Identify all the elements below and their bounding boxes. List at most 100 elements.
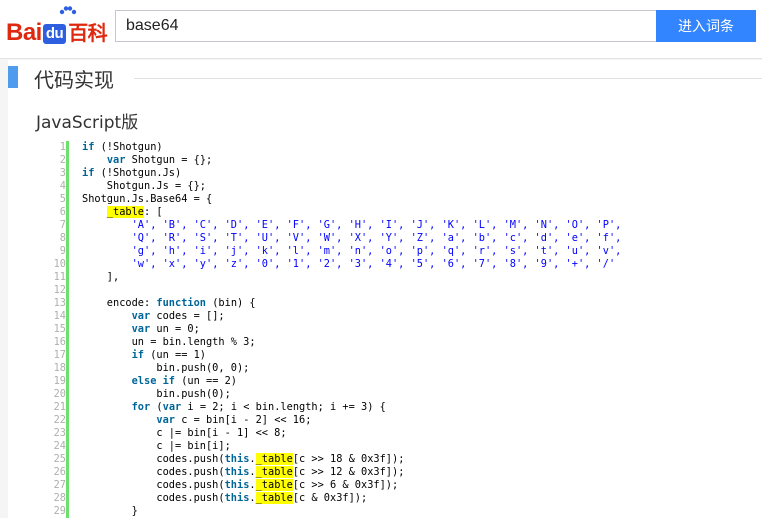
code-text: [c >> 12 & 0x3f]); [292, 466, 405, 478]
code-text: . [249, 492, 256, 504]
code-line: bin.push(0, 0); [82, 362, 621, 375]
code-text: c = bin[i - 2] << 16; [175, 414, 312, 426]
code-text: encode: [82, 297, 157, 309]
line-number: 24 [53, 440, 66, 452]
logo-du: du [42, 24, 67, 44]
section-accent-bar [8, 66, 18, 88]
code-text: codes = []; [150, 310, 225, 322]
line-number: 3 [59, 167, 66, 179]
code-line: encode: function (bin) { [82, 297, 621, 310]
section-title: 代码实现 [34, 68, 114, 92]
code-line: codes.push(this._table[c >> 18 & 0x3f]); [82, 453, 621, 466]
code-text: ], [82, 271, 120, 283]
code-text: c |= bin[i - 1] << 8; [82, 427, 287, 439]
code-keyword: if [131, 349, 145, 361]
code-line: Shotgun.Js = {}; [82, 180, 621, 193]
search-input[interactable] [116, 11, 656, 41]
code-highlight: _table [255, 466, 293, 478]
article-content: 代码实现 JavaScript版 1 2 3 4 5 6 7 8 9 10 11 12 13 14 15 16… [8, 60, 762, 518]
code-text: i = 2; i < bin.length; i += 3) { [181, 401, 386, 413]
code-text: . [249, 479, 256, 491]
enter-entry-button[interactable]: 进入词条 [656, 10, 756, 42]
subsection-title: JavaScript版 [36, 113, 139, 133]
code-line: un = bin.length % 3; [82, 336, 621, 349]
code-text: . [249, 466, 256, 478]
code-line: codes.push(this._table[c >> 12 & 0x3f]); [82, 466, 621, 479]
line-number: 25 [53, 453, 66, 465]
code-block: 1 2 3 4 5 6 7 8 9 10 11 12 13 14 15 16 17 18 19 20 21 22 23 24 2… [44, 141, 762, 518]
line-number: 10 [53, 258, 66, 270]
code-keyword: var [162, 401, 182, 413]
line-number: 26 [53, 466, 66, 478]
code-string: 'Q', 'R', 'S', 'T', 'U', 'V', 'W', 'X', … [131, 232, 622, 244]
code-keyword: var [131, 310, 151, 322]
code-highlight: _table [255, 453, 293, 465]
line-number: 21 [53, 401, 66, 413]
code-keyword: var [156, 414, 176, 426]
line-number: 8 [59, 232, 66, 244]
code-keyword: this [224, 479, 250, 491]
logo-bai: Bai [6, 19, 42, 46]
line-number: 22 [53, 414, 66, 426]
code-lines: if (!Shotgun) var Shotgun = {}; if (!Shot… [82, 141, 621, 518]
code-line: var un = 0; [82, 323, 621, 336]
code-highlight: _table [255, 492, 293, 504]
line-number: 7 [59, 219, 66, 231]
code-text: ( [150, 401, 163, 413]
gutter-divider [66, 141, 69, 518]
code-text: bin.push(0, 0); [82, 362, 250, 374]
code-line: var c = bin[i - 2] << 16; [82, 414, 621, 427]
code-line: bin.push(0); [82, 388, 621, 401]
code-text: } [82, 505, 138, 517]
code-line: 'w', 'x', 'y', 'z', '0', '1', '2', '3', … [82, 258, 621, 271]
code-keyword: function [156, 297, 207, 309]
code-text: un = 0; [150, 323, 200, 335]
code-text: bin.push(0); [82, 388, 231, 400]
code-text: Shotgun.Js.Base64 = { [82, 193, 213, 205]
code-line: 'g', 'h', 'i', 'j', 'k', 'l', 'm', 'n', … [82, 245, 622, 258]
code-keyword: var [131, 323, 151, 335]
code-line: c |= bin[i]; [82, 440, 621, 453]
code-text: (!Shotgun.Js) [94, 167, 182, 179]
code-keyword: for [131, 401, 151, 413]
code-text: codes.push( [82, 466, 225, 478]
code-keyword: else if [131, 375, 176, 387]
code-line: ], [82, 271, 621, 284]
code-text: (bin) { [206, 297, 256, 309]
code-keyword: if [82, 167, 95, 179]
search-box [115, 10, 656, 42]
baidu-baike-logo[interactable]: Bai du 百科 [6, 6, 110, 48]
line-number: 6 [59, 206, 66, 218]
line-number: 1 [59, 141, 66, 153]
line-number: 13 [53, 297, 66, 309]
code-line: 'A', 'B', 'C', 'D', 'E', 'F', 'G', 'H', … [82, 219, 622, 232]
line-number: 29 [53, 505, 66, 517]
line-number: 20 [53, 388, 66, 400]
code-text: (un == 1) [144, 349, 207, 361]
code-line: if (!Shotgun) [82, 141, 621, 154]
code-line: if (un == 1) [82, 349, 621, 362]
code-line: _table: [ [82, 206, 621, 219]
line-number: 19 [53, 375, 66, 387]
line-number: 4 [59, 180, 66, 192]
logo-baike: 百科 [68, 21, 108, 45]
code-line: var codes = []; [82, 310, 621, 323]
code-text: . [249, 453, 256, 465]
line-number: 11 [53, 271, 66, 283]
code-text: (!Shotgun) [94, 141, 163, 153]
line-number: 16 [53, 336, 66, 348]
code-line: codes.push(this._table[c >> 6 & 0x3f]); [82, 479, 621, 492]
line-number-gutter: 1 2 3 4 5 6 7 8 9 10 11 12 13 14 15 16 17 18 19 20 21 22 23 24 2… [44, 141, 66, 518]
code-line: Shotgun.Js.Base64 = { [82, 193, 621, 206]
code-line: codes.push(this._table[c & 0x3f]); [82, 492, 621, 505]
code-keyword: var [106, 154, 126, 166]
line-number: 15 [53, 323, 66, 335]
code-text: Shotgun = {}; [125, 154, 213, 166]
